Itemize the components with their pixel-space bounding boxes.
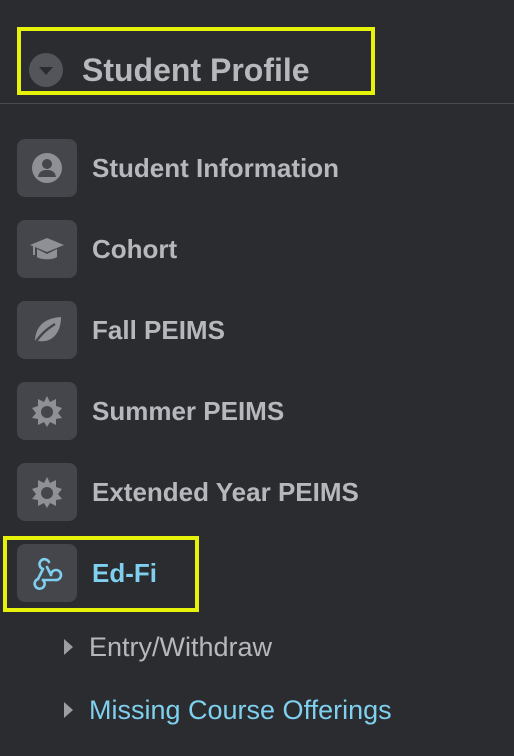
header-highlight-box <box>17 27 375 95</box>
sun-icon <box>17 382 77 440</box>
nav-item-fall-peims[interactable]: Fall PEIMS <box>0 299 514 361</box>
nav-label: Student Information <box>92 153 339 183</box>
nav-label: Fall PEIMS <box>92 315 225 345</box>
nav-label: Extended Year PEIMS <box>92 477 359 507</box>
nav-item-student-information[interactable]: Student Information <box>0 137 514 199</box>
subnav-item-missing-course-offerings[interactable]: Missing Course Offerings <box>0 690 514 730</box>
nav-item-extended-year-peims[interactable]: Extended Year PEIMS <box>0 461 514 523</box>
sidebar-panel: Student Profile Student Information Coho… <box>0 0 514 756</box>
nav-item-cohort[interactable]: Cohort <box>0 218 514 280</box>
subnav-label: Entry/Withdraw <box>89 632 273 662</box>
subnav-item-entry-withdraw[interactable]: Entry/Withdraw <box>0 627 514 667</box>
nav-label: Cohort <box>92 234 178 264</box>
subnav-label: Missing Course Offerings <box>89 695 392 725</box>
caret-right-icon <box>64 702 73 718</box>
leaf-icon <box>17 301 77 359</box>
active-highlight-box <box>3 536 199 612</box>
nav-item-summer-peims[interactable]: Summer PEIMS <box>0 380 514 442</box>
graduation-cap-icon <box>17 220 77 278</box>
sun-icon <box>17 463 77 521</box>
nav-label: Summer PEIMS <box>92 396 285 426</box>
caret-right-icon <box>64 639 73 655</box>
user-circle-icon <box>17 139 77 197</box>
